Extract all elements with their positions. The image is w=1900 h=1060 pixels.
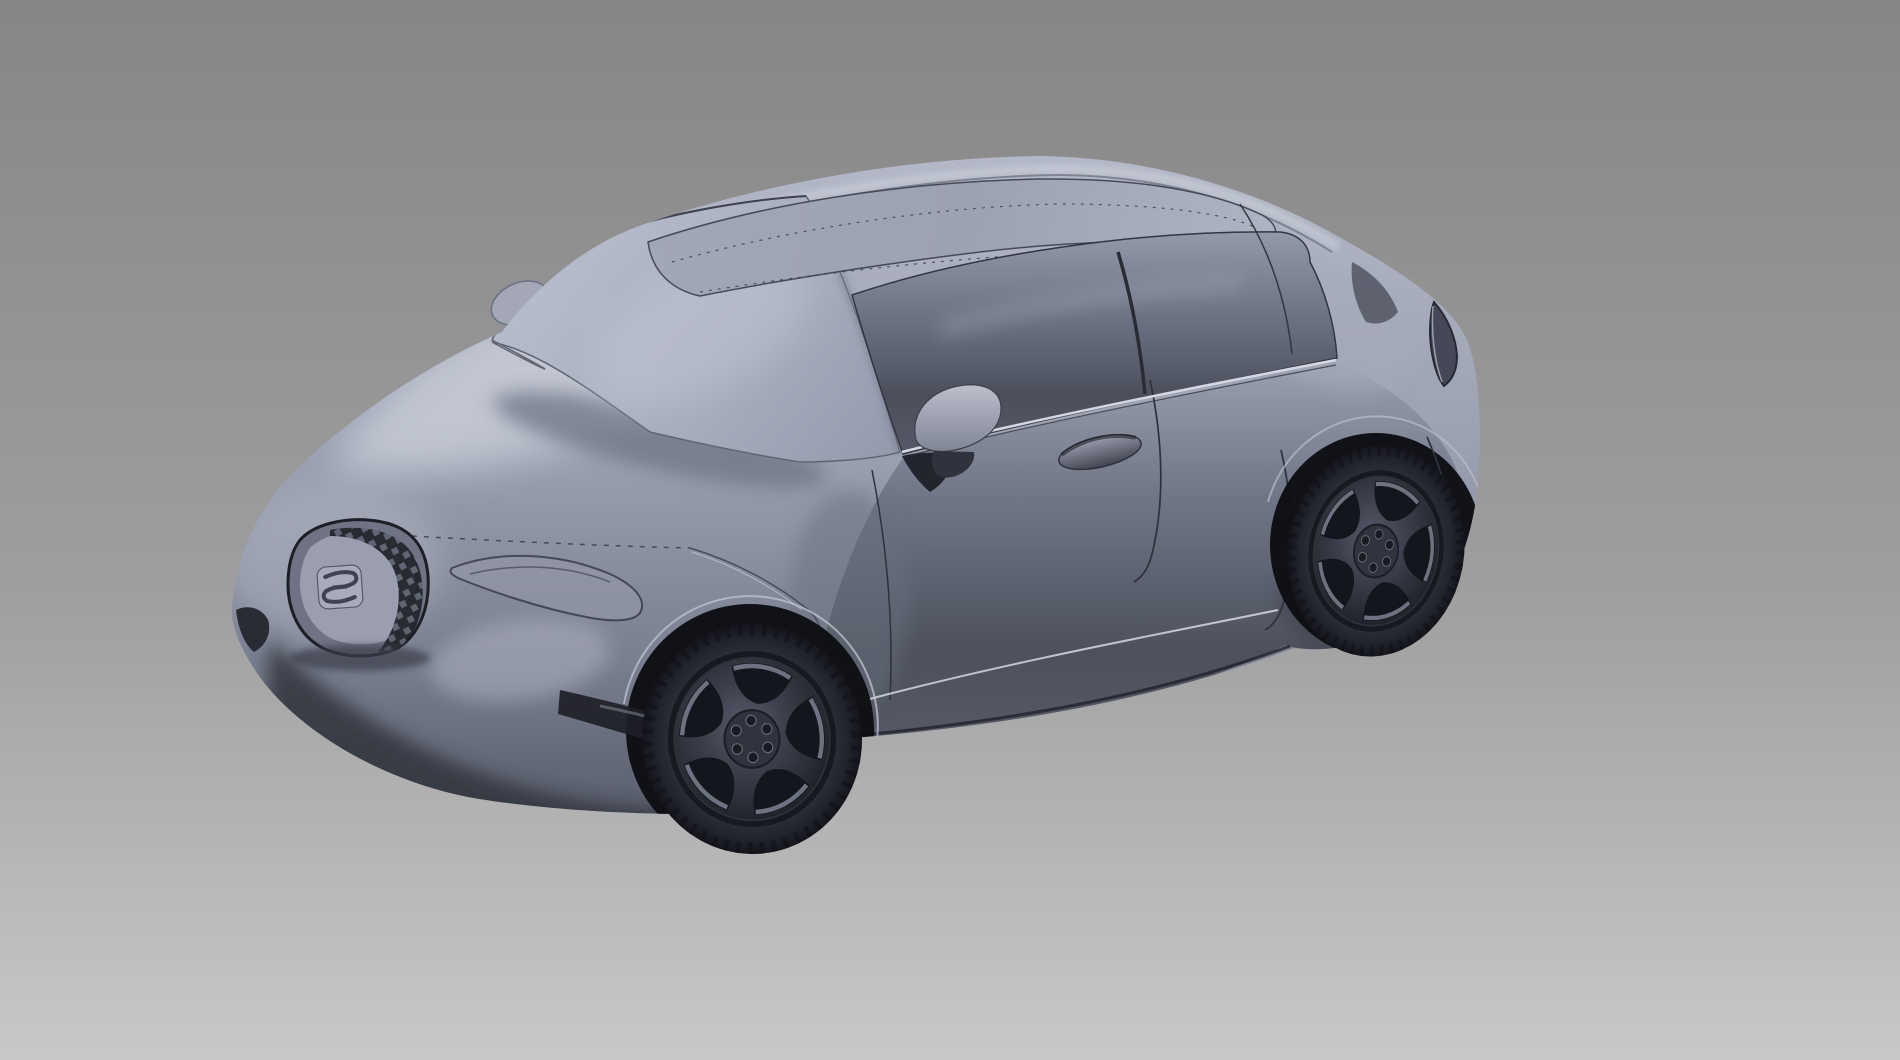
cad-render-stage xyxy=(0,0,1900,1060)
cad-viewport[interactable] xyxy=(0,0,1900,1060)
grille-shadow xyxy=(290,645,430,671)
seat-logo-icon xyxy=(317,565,364,610)
